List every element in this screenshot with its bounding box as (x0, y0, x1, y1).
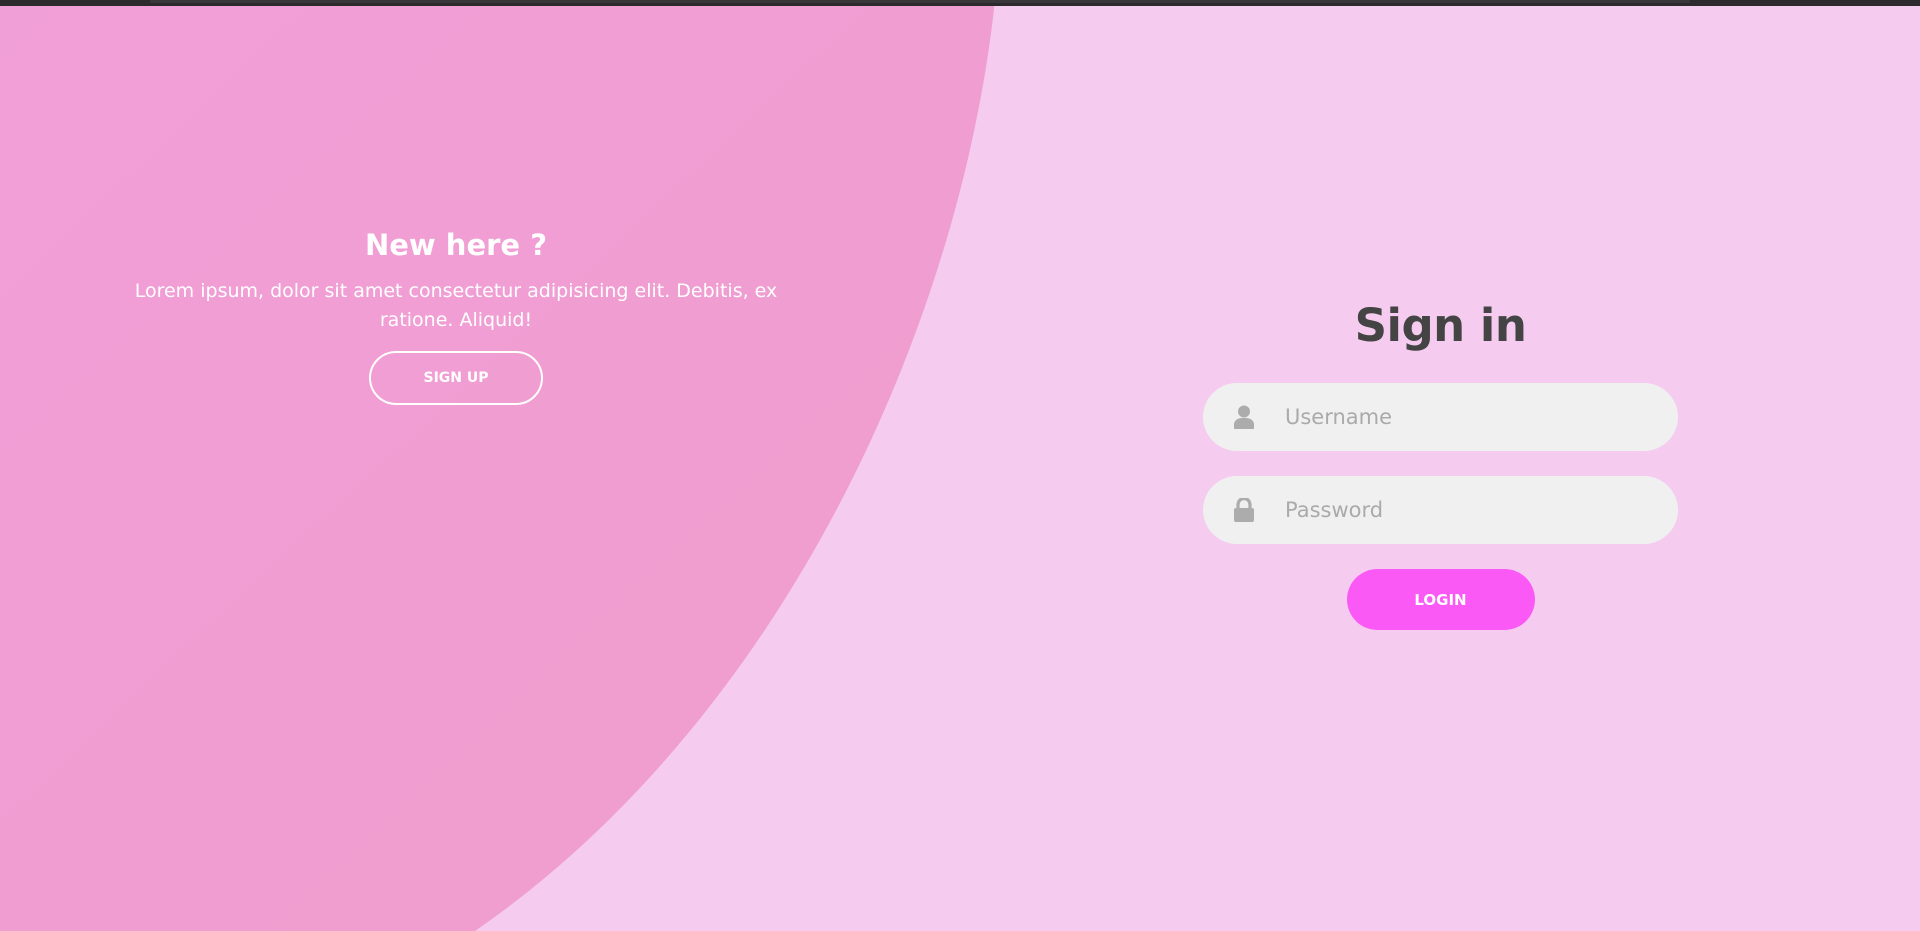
panel-curve-shape (0, 0, 995, 931)
new-here-title: New here ? (364, 228, 548, 262)
browser-top-bar (0, 0, 1920, 6)
login-button[interactable]: LOGIN (1346, 569, 1535, 630)
password-input[interactable] (1285, 476, 1678, 544)
left-panel-description: Lorem ipsum, dolor sit amet consectetur … (134, 280, 778, 331)
username-input[interactable] (1285, 383, 1678, 451)
password-field[interactable] (1203, 476, 1678, 544)
lock-icon (1203, 498, 1285, 522)
browser-top-bar-inner (150, 0, 1690, 3)
sign-in-form: Sign in LOGIN (1203, 293, 1678, 630)
user-icon (1203, 405, 1285, 429)
username-field[interactable] (1203, 383, 1678, 451)
sign-in-title: Sign in (1354, 299, 1527, 352)
sign-up-button[interactable]: SIGN UP (369, 351, 543, 405)
left-panel: New here ? Lorem ipsum, dolor sit amet c… (120, 225, 792, 405)
